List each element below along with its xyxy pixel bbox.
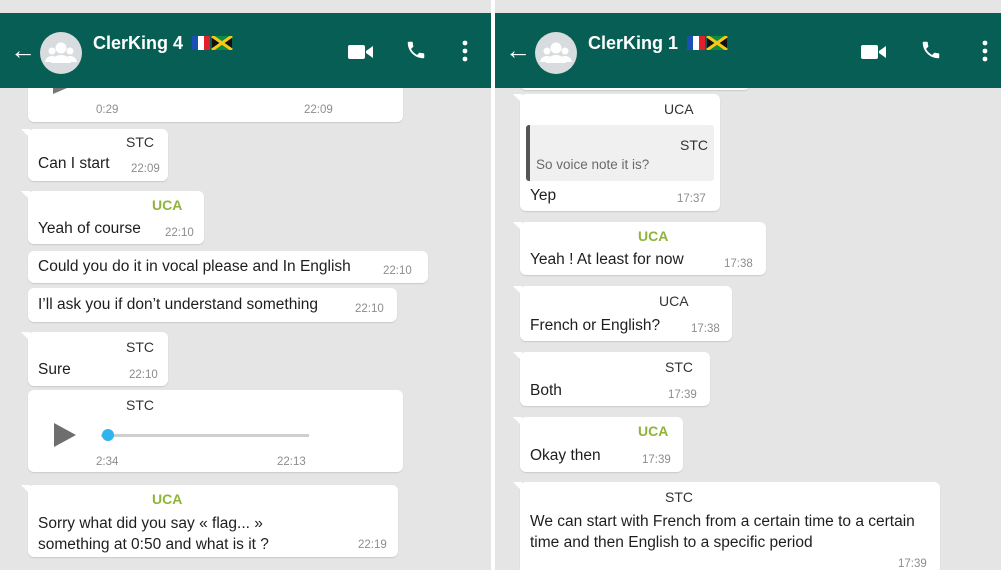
message-time: 17:37 <box>677 193 706 205</box>
message-text: Yeah of course <box>38 220 141 237</box>
sender-name: STC <box>126 397 154 413</box>
message-time: 17:39 <box>668 389 697 401</box>
incoming-message[interactable]: STC Sure 22:10 <box>21 332 168 386</box>
chat-title-text: ClerKing 1 <box>588 33 679 53</box>
group-avatar-icon[interactable] <box>535 32 577 74</box>
chat-title[interactable]: ClerKing 4 <box>93 33 233 54</box>
chat-title[interactable]: ClerKing 1 <box>588 33 728 54</box>
microphone-icon <box>338 88 340 89</box>
incoming-message[interactable]: STC We can start with French from a cert… <box>513 482 940 570</box>
incoming-message[interactable]: UCA Okay then 17:39 <box>513 417 683 472</box>
sender-name: UCA <box>659 293 689 309</box>
quoted-sender: STC <box>680 137 708 153</box>
message-text: Yep <box>530 187 557 204</box>
voice-progress-track[interactable] <box>101 434 309 437</box>
back-arrow-icon[interactable]: ← <box>10 37 36 63</box>
flags-icon <box>687 36 728 50</box>
chat-panel-right: ← ClerKing 1 UCA STC So voice note it is… <box>495 0 1001 570</box>
message-time: 22:19 <box>358 539 387 551</box>
incoming-message[interactable]: UCA STC So voice note it is? Yep 17:37 <box>513 94 720 211</box>
voice-duration: 2:34 <box>96 456 119 468</box>
voice-progress-handle[interactable] <box>102 429 115 441</box>
message-text: I’ll ask you if don’t understand somethi… <box>38 296 319 313</box>
incoming-message[interactable]: STC Both 17:39 <box>513 352 710 406</box>
message-time: 17:39 <box>898 558 927 570</box>
message-text: Okay then <box>530 447 601 464</box>
chat-panel-left: ← ClerKing 4 0:29 22:09 STC Can I start … <box>0 0 491 570</box>
quoted-message[interactable]: STC So voice note it is? <box>526 125 714 181</box>
message-list[interactable]: 0:29 22:09 STC Can I start 22:09 UCA Yea… <box>0 88 491 570</box>
message-time: 22:10 <box>129 369 158 381</box>
sender-name: UCA <box>664 101 694 117</box>
message-text: French or English? <box>530 317 661 334</box>
play-icon[interactable] <box>54 423 76 447</box>
sender-name: UCA <box>638 423 669 439</box>
incoming-message[interactable]: UCA Yeah ! At least for now 17:38 <box>513 222 766 275</box>
message-text: Sorry what did you say « flag... » somet… <box>38 515 269 553</box>
more-options-icon[interactable] <box>462 40 468 62</box>
incoming-message[interactable]: UCA French or English? 17:38 <box>513 286 732 341</box>
message-text: Yeah ! At least for now <box>530 251 684 268</box>
sender-name: UCA <box>638 228 669 244</box>
play-icon[interactable] <box>53 88 67 94</box>
message-text: We can start with French from a certain … <box>530 513 915 551</box>
message-time: 22:10 <box>383 265 412 277</box>
message-time: 17:38 <box>691 323 720 335</box>
sender-name: STC <box>126 339 154 355</box>
incoming-message[interactable]: I’ll ask you if don’t understand somethi… <box>28 288 397 322</box>
message-text: Can I start <box>38 155 110 172</box>
back-arrow-icon[interactable]: ← <box>505 37 531 63</box>
voice-message[interactable]: STC 2:34 22:13 <box>28 390 403 472</box>
sender-name: STC <box>126 134 154 150</box>
incoming-message[interactable]: UCA Sorry what did you say « flag... » s… <box>21 485 398 557</box>
sender-name: UCA <box>152 197 183 213</box>
message-time: 17:38 <box>724 258 753 270</box>
video-call-icon[interactable] <box>348 43 374 61</box>
message-text: Both <box>530 382 562 399</box>
incoming-message[interactable]: STC Can I start 22:09 <box>21 129 168 181</box>
message-time: 22:09 <box>304 104 333 116</box>
incoming-message <box>520 88 750 90</box>
sender-name: STC <box>665 489 693 505</box>
video-call-icon[interactable] <box>861 43 887 61</box>
voice-message[interactable]: 0:29 22:09 <box>28 88 403 122</box>
message-time: 17:39 <box>642 454 671 466</box>
more-options-icon[interactable] <box>982 40 988 62</box>
incoming-message[interactable]: Could you do it in vocal please and In E… <box>28 251 428 283</box>
message-time: 22:13 <box>277 456 306 468</box>
message-time: 22:10 <box>355 303 384 315</box>
quoted-text: So voice note it is? <box>536 157 650 172</box>
message-time: 22:09 <box>131 163 160 175</box>
voice-duration: 0:29 <box>96 104 119 116</box>
sender-name: UCA <box>152 491 183 507</box>
incoming-message[interactable]: UCA Yeah of course 22:10 <box>21 191 204 244</box>
phone-icon[interactable] <box>405 39 427 61</box>
message-text: Sure <box>38 361 71 378</box>
chat-header: ← ClerKing 1 <box>495 13 1001 88</box>
message-text: Could you do it in vocal please and In E… <box>38 258 351 275</box>
message-time: 22:10 <box>165 227 194 239</box>
chat-title-text: ClerKing 4 <box>93 33 184 53</box>
group-avatar-icon[interactable] <box>40 32 82 74</box>
sender-name: STC <box>665 359 693 375</box>
phone-icon[interactable] <box>920 39 942 61</box>
flags-icon <box>192 36 233 50</box>
chat-header: ← ClerKing 4 <box>0 13 491 88</box>
message-list[interactable]: UCA STC So voice note it is? Yep 17:37 U… <box>495 88 1001 570</box>
